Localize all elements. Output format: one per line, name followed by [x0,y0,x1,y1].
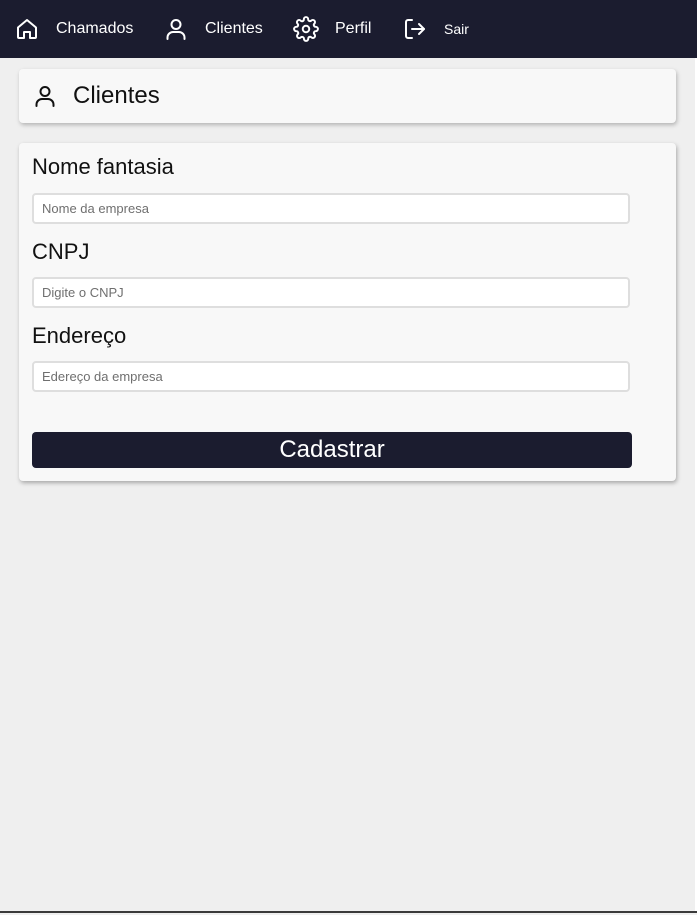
logout-icon [403,17,427,41]
page-header: Clientes [19,69,676,123]
nav-item-label: Chamados [56,20,134,37]
cnpj-input[interactable] [32,277,630,308]
page-title: Clientes [73,82,160,109]
user-icon [33,84,57,108]
client-form: Nome fantasia CNPJ Endereço Cadastrar [19,143,676,481]
cadastrar-button[interactable]: Cadastrar [32,432,632,468]
home-icon [15,17,39,41]
nav-item-label: Perfil [335,20,372,37]
endereco-input[interactable] [32,361,630,392]
window-bottom-border [0,911,697,913]
nav-item-chamados[interactable]: Chamados [15,0,133,58]
cnpj-label: CNPJ [32,239,90,264]
nav-item-label: Clientes [205,20,263,37]
gear-icon [293,16,319,42]
endereco-label: Endereço [32,323,127,348]
nome-fantasia-label: Nome fantasia [32,154,174,179]
user-icon [164,17,188,41]
nav-item-sair[interactable]: Sair [403,0,469,58]
nome-fantasia-input[interactable] [32,193,630,224]
nav-item-label: Sair [444,21,469,37]
top-navbar: Chamados Clientes Perfil Sair [0,0,697,58]
nav-item-clientes[interactable]: Clientes [164,0,263,58]
nav-item-perfil[interactable]: Perfil [293,0,371,58]
